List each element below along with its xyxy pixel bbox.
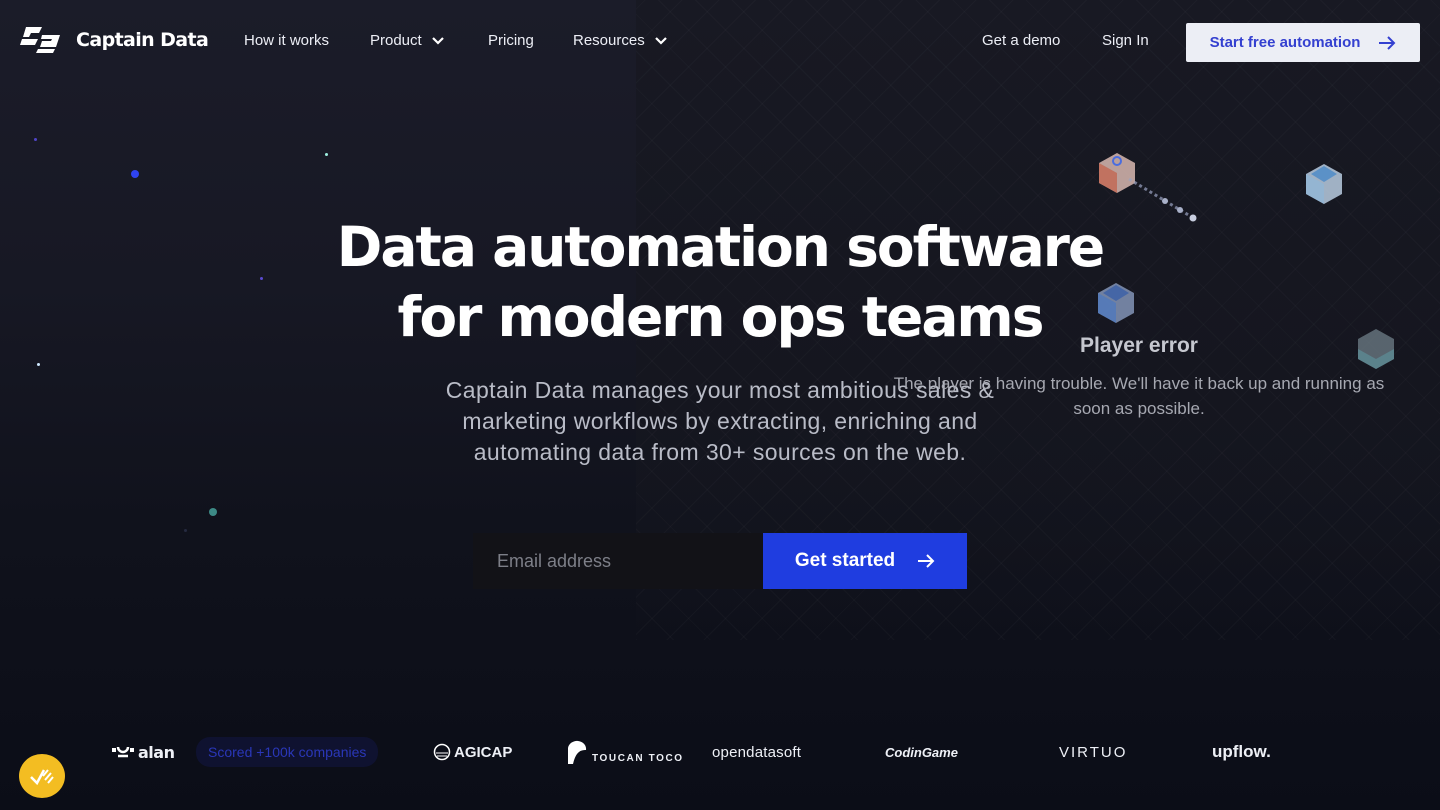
nav-product[interactable]: Product bbox=[370, 32, 444, 49]
nav-link-label: Resources bbox=[573, 32, 645, 49]
logo-text: opendatasoft bbox=[712, 743, 802, 761]
get-started-button[interactable]: Get started bbox=[763, 533, 967, 589]
particle-dot bbox=[325, 153, 328, 156]
player-error-title: Player error bbox=[1080, 334, 1198, 357]
nav-resources[interactable]: Resources bbox=[573, 32, 667, 49]
get-demo-label: Get a demo bbox=[982, 32, 1061, 49]
logo-upflow: upflow. bbox=[1212, 735, 1271, 769]
particle-dot bbox=[131, 170, 139, 178]
sign-in-link[interactable]: Sign In bbox=[1102, 32, 1149, 49]
checkmark-badge-icon bbox=[30, 769, 54, 786]
hero-title-line-2: for modern ops teams bbox=[397, 285, 1045, 349]
top-navigation: Captain Data How it works Product Pricin… bbox=[0, 0, 1440, 84]
captain-data-logo-icon bbox=[20, 27, 60, 53]
hero-title: Data automation software for modern ops … bbox=[0, 212, 1440, 352]
logo-toucan-toco: TOUCAN TOCO bbox=[566, 735, 684, 769]
particle-dot bbox=[34, 138, 37, 141]
player-error-message: The player is having trouble. We'll have… bbox=[893, 374, 1385, 418]
cube-icon bbox=[1306, 164, 1342, 204]
logo-codingame: CodinGame bbox=[885, 735, 958, 769]
floating-badge-widget[interactable] bbox=[19, 754, 65, 798]
arrow-right-icon bbox=[918, 554, 935, 568]
logo-text: VIRTUO bbox=[1059, 743, 1128, 761]
chevron-down-icon bbox=[654, 36, 667, 45]
logo-text: upflow. bbox=[1212, 742, 1271, 761]
logo-text: alan bbox=[138, 742, 175, 762]
logo-agicap: AGICAP bbox=[433, 735, 512, 769]
particle-dot bbox=[37, 363, 40, 366]
email-input[interactable] bbox=[473, 533, 763, 589]
arrow-right-icon bbox=[1379, 35, 1396, 50]
logo-opendatasoft: opendatasoft bbox=[712, 735, 801, 769]
toucan-icon bbox=[568, 740, 587, 764]
logo-virtuo: VIRTUO bbox=[1059, 735, 1127, 769]
nav-pricing[interactable]: Pricing bbox=[488, 32, 534, 49]
signup-form: Get started bbox=[473, 533, 967, 589]
cta-label: Start free automation bbox=[1209, 34, 1361, 51]
hero-title-line-1: Data automation software bbox=[336, 215, 1105, 279]
get-demo-link[interactable]: Get a demo bbox=[982, 32, 1060, 49]
sign-in-label: Sign In bbox=[1102, 32, 1149, 49]
nav-how-it-works[interactable]: How it works bbox=[244, 32, 329, 49]
get-started-label: Get started bbox=[794, 550, 896, 571]
customer-logos: alan Scored +100k companies AGICAP TOUCA… bbox=[0, 735, 1440, 769]
logo-text: TOUCAN TOCO bbox=[592, 752, 684, 764]
chevron-down-icon bbox=[431, 36, 444, 45]
logo-alan: alan bbox=[112, 735, 175, 769]
start-free-automation-button[interactable]: Start free automation bbox=[1186, 23, 1420, 62]
scored-companies-badge: Scored +100k companies bbox=[196, 737, 379, 767]
logo-text: CodinGame bbox=[885, 744, 958, 760]
logo-text: AGICAP bbox=[454, 743, 513, 761]
nav-link-label: Product bbox=[370, 32, 422, 49]
particle-dot bbox=[184, 529, 187, 532]
brand-logo[interactable]: Captain Data bbox=[20, 27, 209, 53]
nav-link-label: Pricing bbox=[488, 32, 534, 49]
alan-face-icon bbox=[112, 746, 134, 758]
nav-link-label: How it works bbox=[244, 32, 330, 49]
particle-dot bbox=[209, 508, 217, 516]
agicap-globe-icon bbox=[433, 743, 451, 761]
brand-name: Captain Data bbox=[76, 29, 209, 51]
